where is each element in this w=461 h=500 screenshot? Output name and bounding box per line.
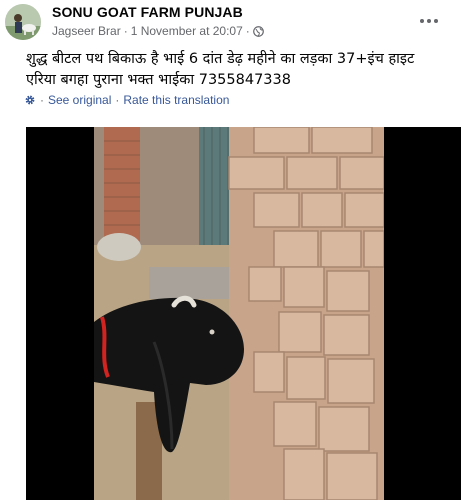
- goat-photo[interactable]: [94, 127, 384, 500]
- post-media[interactable]: [26, 127, 461, 500]
- translation-separator: ·: [115, 93, 120, 107]
- meta-separator: ·: [245, 24, 250, 38]
- translation-bar: · See original · Rate this translation: [24, 93, 229, 107]
- see-original-link[interactable]: See original: [48, 93, 111, 107]
- post-meta: Jagseer Brar · 1 November at 20:07 ·: [52, 24, 264, 38]
- translate-gear-icon[interactable]: [24, 94, 36, 106]
- translation-separator: ·: [40, 93, 44, 107]
- post-timestamp-link[interactable]: 1 November at 20:07: [131, 24, 243, 38]
- globe-icon[interactable]: [252, 25, 264, 37]
- post-body-text: शुद्ध बीटल पथ बिकाऊ है भाई 6 दांत डेढ़ म…: [26, 51, 415, 88]
- more-options-icon[interactable]: [412, 8, 446, 34]
- facebook-post: SONU GOAT FARM PUNJAB Jagseer Brar · 1 N…: [0, 0, 461, 500]
- rate-translation-link[interactable]: Rate this translation: [123, 93, 229, 107]
- meta-separator: ·: [123, 24, 128, 38]
- group-avatar[interactable]: [5, 4, 41, 40]
- group-name-link[interactable]: SONU GOAT FARM PUNJAB: [52, 4, 243, 20]
- author-name-link[interactable]: Jagseer Brar: [52, 24, 121, 38]
